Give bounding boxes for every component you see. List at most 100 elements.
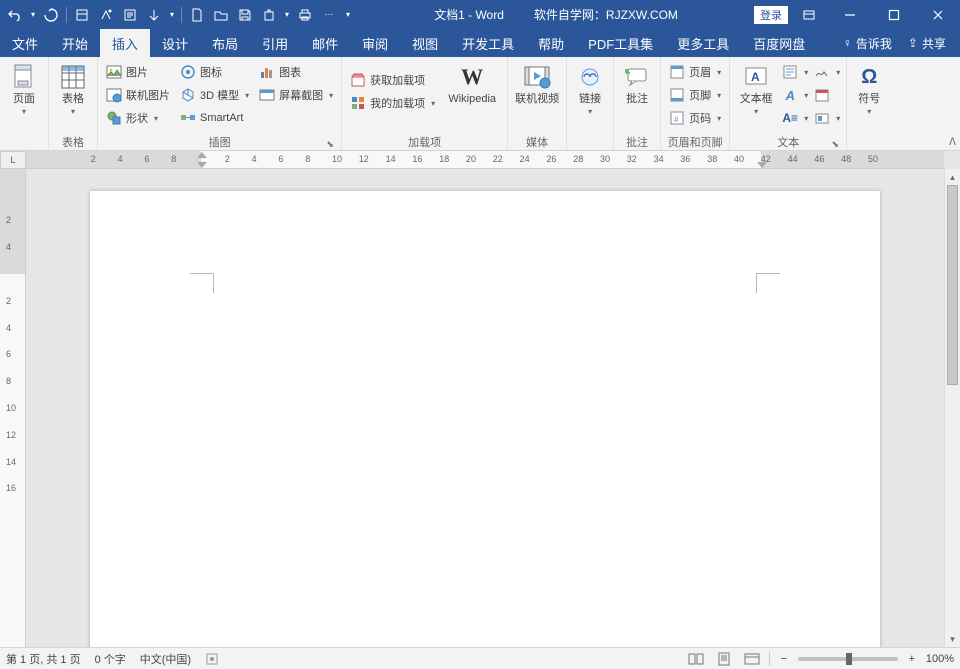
dropcap-button[interactable]: A≡▾ xyxy=(780,107,810,129)
table-button[interactable]: 表格▾ xyxy=(53,59,93,116)
page[interactable] xyxy=(90,191,880,647)
workspace: L 86422468101214161820222426283032343638… xyxy=(0,151,960,647)
online-pic-button[interactable]: 联机图片 xyxy=(102,84,174,106)
qat-icon-1[interactable] xyxy=(71,4,93,26)
read-mode-icon[interactable] xyxy=(685,650,707,668)
tab-pdf[interactable]: PDF工具集 xyxy=(576,29,665,57)
pages-button[interactable]: 页面▾ xyxy=(4,59,44,116)
picture-button[interactable]: 图片 xyxy=(102,61,174,83)
web-layout-icon[interactable] xyxy=(741,650,763,668)
new-doc-icon[interactable] xyxy=(186,4,208,26)
tab-mail[interactable]: 邮件 xyxy=(300,29,350,57)
collapse-ribbon-icon[interactable]: ᐱ xyxy=(949,137,956,148)
tab-references[interactable]: 引用 xyxy=(250,29,300,57)
tab-home[interactable]: 开始 xyxy=(50,29,100,57)
video-button[interactable]: 联机视频 xyxy=(512,59,562,105)
object-button[interactable]: ▾ xyxy=(812,107,842,129)
shapes-button[interactable]: 形状▾ xyxy=(102,107,174,129)
attach-icon[interactable] xyxy=(258,4,280,26)
smartart-icon xyxy=(180,110,196,126)
vertical-ruler[interactable]: 42246810121416 xyxy=(0,169,26,647)
open-icon[interactable] xyxy=(210,4,232,26)
tab-more[interactable]: 更多工具 xyxy=(665,29,741,57)
pagenum-button[interactable]: #页码▾ xyxy=(665,107,725,129)
horizontal-ruler[interactable]: 8642246810121416182022242628303234363840… xyxy=(26,151,944,169)
quickparts-button[interactable]: ▾ xyxy=(780,61,810,83)
3d-model-button[interactable]: 3D 模型▾ xyxy=(176,84,253,106)
link-button[interactable]: 链接▾ xyxy=(571,59,609,116)
qat-dropdown-icon[interactable]: ▾ xyxy=(342,4,354,26)
screenshot-button[interactable]: 屏幕截图▾ xyxy=(255,84,337,106)
group-symbols: Ω 符号▾ xyxy=(847,57,891,150)
tab-design[interactable]: 设计 xyxy=(150,29,200,57)
video-icon xyxy=(523,63,551,91)
close-icon[interactable] xyxy=(916,0,960,29)
comment-button[interactable]: 批注 xyxy=(618,59,656,105)
zoom-out-button[interactable]: − xyxy=(776,653,792,665)
macro-status-icon[interactable] xyxy=(205,652,219,666)
group-headerfooter: 页眉▾ 页脚▾ #页码▾ 页眉和页脚 xyxy=(661,57,730,150)
group-launcher-icon[interactable]: ⬊ xyxy=(325,139,335,149)
scroll-up-icon[interactable]: ▴ xyxy=(945,169,960,185)
chart-icon xyxy=(259,64,275,80)
chart-button[interactable]: 图表 xyxy=(255,61,337,83)
redo-icon[interactable] xyxy=(40,4,62,26)
qat-more-icon[interactable]: ⋯ xyxy=(318,4,340,26)
tab-help[interactable]: 帮助 xyxy=(526,29,576,57)
comment-icon xyxy=(623,63,651,91)
header-button[interactable]: 页眉▾ xyxy=(665,61,725,83)
zoom-in-button[interactable]: + xyxy=(904,653,920,665)
textbox-button[interactable]: A 文本框▾ xyxy=(734,59,778,116)
icons-button[interactable]: 图标 xyxy=(176,61,253,83)
tell-me[interactable]: ♀告诉我 xyxy=(837,35,898,52)
qat-caret2-icon[interactable]: ▾ xyxy=(167,4,177,26)
ribbon-options-icon[interactable] xyxy=(794,0,824,29)
ribbon-tabs: 文件 开始 插入 设计 布局 引用 邮件 审阅 视图 开发工具 帮助 PDF工具… xyxy=(0,29,960,57)
get-addins-button[interactable]: 获取加载项 xyxy=(346,69,439,91)
qat-icon-4[interactable] xyxy=(143,4,165,26)
scroll-down-icon[interactable]: ▾ xyxy=(945,631,960,647)
tab-baidu[interactable]: 百度网盘 xyxy=(741,29,817,57)
qat-caret3-icon[interactable]: ▾ xyxy=(282,4,292,26)
share-icon: ⇪ xyxy=(908,36,918,50)
undo-icon[interactable] xyxy=(4,4,26,26)
tab-insert[interactable]: 插入 xyxy=(100,29,150,57)
footer-button[interactable]: 页脚▾ xyxy=(665,84,725,106)
print-layout-icon[interactable] xyxy=(713,650,735,668)
group-pages: 页面▾ xyxy=(0,57,49,150)
vertical-scrollbar[interactable]: ▴ ▾ xyxy=(944,169,960,647)
language-status[interactable]: 中文(中国) xyxy=(140,651,191,667)
zoom-slider[interactable] xyxy=(798,657,898,661)
tab-review[interactable]: 审阅 xyxy=(350,29,400,57)
zoom-level[interactable]: 100% xyxy=(926,653,954,665)
smartart-button[interactable]: SmartArt xyxy=(176,107,253,129)
qat-icon-2[interactable] xyxy=(95,4,117,26)
symbol-button[interactable]: Ω 符号▾ xyxy=(851,59,887,116)
my-addins-button[interactable]: 我的加载项▾ xyxy=(346,92,439,114)
qat-icon-3[interactable] xyxy=(119,4,141,26)
share-button[interactable]: ⇪共享 xyxy=(902,35,952,52)
datetime-button[interactable] xyxy=(812,84,842,106)
scroll-thumb[interactable] xyxy=(947,185,958,385)
tab-layout[interactable]: 布局 xyxy=(200,29,250,57)
qat-caret-icon[interactable]: ▾ xyxy=(28,4,38,26)
title-bar: ▾ ▾ ▾ ⋯ ▾ 文档1 - Word 软件自学网：RJZXW.COM 登录 xyxy=(0,0,960,29)
print-icon[interactable] xyxy=(294,4,316,26)
save-icon[interactable] xyxy=(234,4,256,26)
maximize-icon[interactable] xyxy=(872,0,916,29)
document-area[interactable] xyxy=(26,169,944,647)
ruler-corner[interactable]: L xyxy=(0,151,26,169)
login-button[interactable]: 登录 xyxy=(754,6,788,24)
wikipedia-button[interactable]: W Wikipedia xyxy=(441,59,503,105)
wordart-button[interactable]: A▾ xyxy=(780,84,810,106)
tab-view[interactable]: 视图 xyxy=(400,29,450,57)
minimize-icon[interactable] xyxy=(828,0,872,29)
signature-button[interactable]: ▾ xyxy=(812,61,842,83)
page-status[interactable]: 第 1 页, 共 1 页 xyxy=(6,651,81,667)
zoom-thumb[interactable] xyxy=(846,653,852,665)
group-launcher-icon[interactable]: ⬊ xyxy=(830,139,840,149)
tab-file[interactable]: 文件 xyxy=(0,29,50,57)
tab-dev[interactable]: 开发工具 xyxy=(450,29,526,57)
ribbon: 页面▾ 表格▾ 表格 图片 联机图片 形状▾ 图标 3D 模型▾ SmartAr… xyxy=(0,57,960,151)
word-count[interactable]: 0 个字 xyxy=(95,651,126,667)
